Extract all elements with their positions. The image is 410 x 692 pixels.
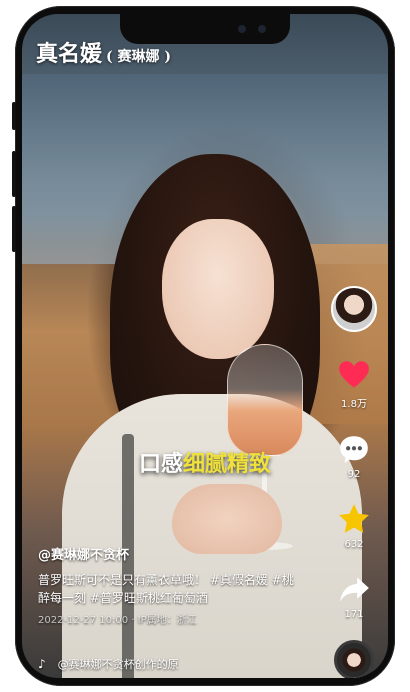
comment-bubble-icon[interactable] bbox=[337, 432, 371, 466]
camera-icon bbox=[238, 25, 246, 33]
music-disc-icon[interactable] bbox=[334, 640, 374, 678]
subtitle-white-text: 口感 bbox=[138, 452, 183, 477]
favorite-button[interactable]: 632 bbox=[337, 502, 371, 550]
drama-title-sub: ( 赛琳娜 ) bbox=[106, 49, 172, 65]
tiktok-note-icon: ♪ bbox=[38, 657, 46, 671]
drama-title: 真名媛( 赛琳娜 ) bbox=[36, 36, 171, 68]
heart-icon[interactable] bbox=[337, 358, 371, 392]
mute-switch bbox=[12, 102, 16, 130]
drama-title-main: 真名媛 bbox=[36, 41, 103, 67]
sensor-icon bbox=[258, 25, 266, 33]
like-button[interactable]: 1.8万 bbox=[337, 358, 371, 410]
music-info[interactable]: ♪ @赛琳娜不贪杯创作的原 bbox=[38, 656, 179, 672]
post-description[interactable]: 普罗旺斯可不是只有薰衣草哦！ #真假名媛 #桃醉每一刻 #普罗旺斯桃红葡萄酒 bbox=[38, 571, 298, 607]
favorite-count: 632 bbox=[344, 539, 364, 550]
music-title[interactable]: @赛琳娜不贪杯创作的原 bbox=[58, 656, 179, 672]
subtitle-yellow-text: 细腻精致 bbox=[183, 452, 272, 477]
share-button[interactable]: 171 bbox=[337, 572, 371, 620]
share-count: 171 bbox=[344, 609, 364, 620]
volume-up-button bbox=[12, 151, 16, 197]
share-arrow-icon[interactable] bbox=[337, 572, 371, 606]
comment-button[interactable]: 92 bbox=[337, 432, 371, 480]
wine-glass bbox=[227, 344, 303, 456]
like-count: 1.8万 bbox=[341, 399, 367, 410]
volume-down-button bbox=[12, 206, 16, 252]
avatar[interactable] bbox=[331, 286, 377, 332]
author-avatar-button[interactable] bbox=[331, 286, 377, 332]
author-name[interactable]: @赛琳娜不贪杯 bbox=[38, 544, 298, 563]
video-screen[interactable]: 真名媛( 赛琳娜 ) 口感细腻精致 1.8万 92 632 171 @赛琳娜不贪… bbox=[22, 14, 388, 678]
comment-count: 92 bbox=[347, 469, 361, 480]
video-subject-face bbox=[162, 219, 274, 359]
post-meta: 2022-12-27 10:00 · IP属地：浙江 bbox=[38, 615, 197, 626]
action-rail: 1.8万 92 632 171 bbox=[326, 286, 382, 620]
star-icon[interactable] bbox=[337, 502, 371, 536]
post-info: @赛琳娜不贪杯 普罗旺斯可不是只有薰衣草哦！ #真假名媛 #桃醉每一刻 #普罗旺… bbox=[38, 544, 298, 626]
